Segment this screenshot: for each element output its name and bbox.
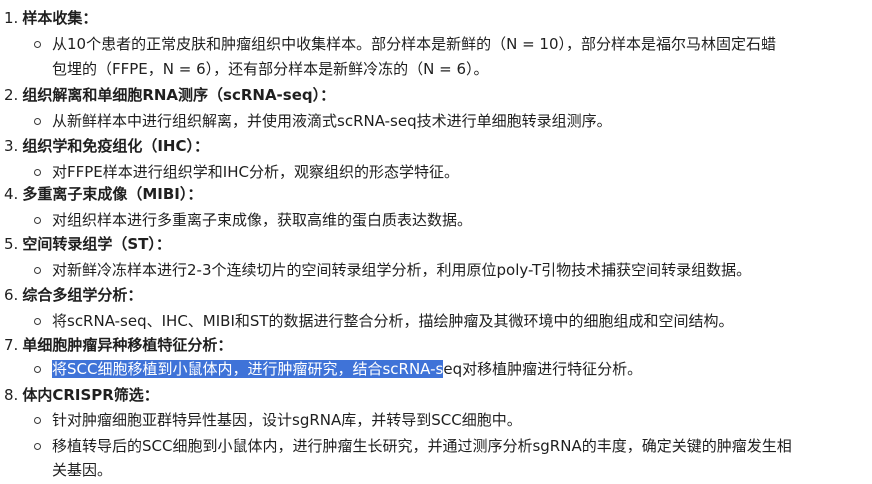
bullet-text: 从新鲜样本中进行组织解离，并使用液滴式scRNA-seq技术进行单细胞转录组测序…: [52, 112, 612, 130]
bullet-circle-icon: [34, 217, 41, 224]
heading-5: 5. 空间转录组学（ST）：: [4, 232, 171, 256]
bullet-text[interactable]: eq对移植肿瘤进行特征分析。: [443, 360, 642, 378]
heading-number: 6.: [4, 286, 19, 304]
heading-title: 样本收集：: [22, 9, 98, 27]
bullet-text: 将scRNA-seq、IHC、MIBI和ST的数据进行整合分析，描绘肿瘤及其微环…: [52, 312, 734, 330]
heading-2: 2. 组织解离和单细胞RNA测序（scRNA-seq）：: [4, 83, 335, 107]
bullet-4-1: 对组织样本进行多重离子束成像，获取高维的蛋白质表达数据。: [34, 208, 473, 232]
heading-number: 1.: [4, 9, 19, 27]
bullet-1-1-continuation: 包埋的（FFPE，N = 6），还有部分样本是新鲜冷冻的（N = 6）。: [52, 57, 489, 81]
bullet-text: 移植转导后的SCC细胞到小鼠体内，进行肿瘤生长研究，并通过测序分析sgRNA的丰…: [52, 437, 792, 455]
heading-number: 7.: [4, 336, 19, 354]
bullet-text: 对组织样本进行多重离子束成像，获取高维的蛋白质表达数据。: [52, 211, 473, 229]
heading-4: 4. 多重离子束成像（MIBI）：: [4, 182, 202, 206]
heading-7: 7. 单细胞肿瘤异种移植特征分析：: [4, 333, 232, 357]
bullet-5-1: 对新鲜冷冻样本进行2-3个连续切片的空间转录组学分析，利用原位poly-T引物技…: [34, 258, 752, 282]
bullet-circle-icon: [34, 41, 41, 48]
heading-title: 单细胞肿瘤异种移植特征分析：: [22, 336, 233, 354]
bullet-text: 针对肿瘤细胞亚群特异性基因，设计sgRNA库，并转导到SCC细胞中。: [52, 411, 522, 429]
bullet-circle-icon: [34, 267, 41, 274]
heading-number: 4.: [4, 185, 19, 203]
heading-number: 8.: [4, 386, 19, 404]
bullet-2-1: 从新鲜样本中进行组织解离，并使用液滴式scRNA-seq技术进行单细胞转录组测序…: [34, 109, 612, 133]
heading-3: 3. 组织学和免疫组化（IHC）：: [4, 134, 209, 158]
bullet-text: 对新鲜冷冻样本进行2-3个连续切片的空间转录组学分析，利用原位poly-T引物技…: [52, 261, 752, 279]
heading-number: 5.: [4, 235, 19, 253]
bullet-circle-icon: [34, 366, 41, 373]
bullet-text: 从10个患者的正常皮肤和肿瘤组织中收集样本。部分样本是新鲜的（N = 10），部…: [52, 35, 777, 53]
bullet-1-1: 从10个患者的正常皮肤和肿瘤组织中收集样本。部分样本是新鲜的（N = 10），部…: [34, 32, 777, 56]
heading-number: 3.: [4, 137, 19, 155]
bullet-text: 关基因。: [52, 461, 113, 479]
bullet-6-1: 将scRNA-seq、IHC、MIBI和ST的数据进行整合分析，描绘肿瘤及其微环…: [34, 309, 734, 333]
bullet-7-1[interactable]: 将SCC细胞移植到小鼠体内，进行肿瘤研究，结合scRNA-seq对移植肿瘤进行特…: [34, 357, 642, 381]
bullet-circle-icon: [34, 417, 41, 424]
bullet-8-2: 移植转导后的SCC细胞到小鼠体内，进行肿瘤生长研究，并通过测序分析sgRNA的丰…: [34, 434, 792, 458]
bullet-circle-icon: [34, 169, 41, 176]
selected-text[interactable]: 将SCC细胞移植到小鼠体内，进行肿瘤研究，结合scRNA-s: [52, 360, 444, 378]
heading-title: 多重离子束成像（MIBI）：: [22, 185, 203, 203]
heading-1: 1. 样本收集：: [4, 6, 97, 30]
document: 1. 样本收集： 从10个患者的正常皮肤和肿瘤组织中收集样本。部分样本是新鲜的（N…: [0, 0, 872, 484]
bullet-8-2-continuation: 关基因。: [52, 458, 112, 482]
heading-title: 组织解离和单细胞RNA测序（scRNA-seq）：: [22, 86, 336, 104]
heading-6: 6. 综合多组学分析：: [4, 283, 142, 307]
bullet-8-1: 针对肿瘤细胞亚群特异性基因，设计sgRNA库，并转导到SCC细胞中。: [34, 408, 522, 432]
heading-title: 组织学和免疫组化（IHC）：: [22, 137, 209, 155]
bullet-text: 对FFPE样本进行组织学和IHC分析，观察组织的形态学特征。: [52, 163, 459, 181]
bullet-circle-icon: [34, 118, 41, 125]
heading-8: 8. 体内CRISPR筛选：: [4, 383, 159, 407]
bullet-3-1: 对FFPE样本进行组织学和IHC分析，观察组织的形态学特征。: [34, 160, 459, 184]
heading-number: 2.: [4, 86, 19, 104]
heading-title: 综合多组学分析：: [22, 286, 143, 304]
heading-title: 体内CRISPR筛选：: [22, 386, 159, 404]
bullet-circle-icon: [34, 443, 41, 450]
bullet-text: 包埋的（FFPE，N = 6），还有部分样本是新鲜冷冻的（N = 6）。: [52, 60, 489, 78]
heading-title: 空间转录组学（ST）：: [22, 235, 171, 253]
bullet-circle-icon: [34, 318, 41, 325]
